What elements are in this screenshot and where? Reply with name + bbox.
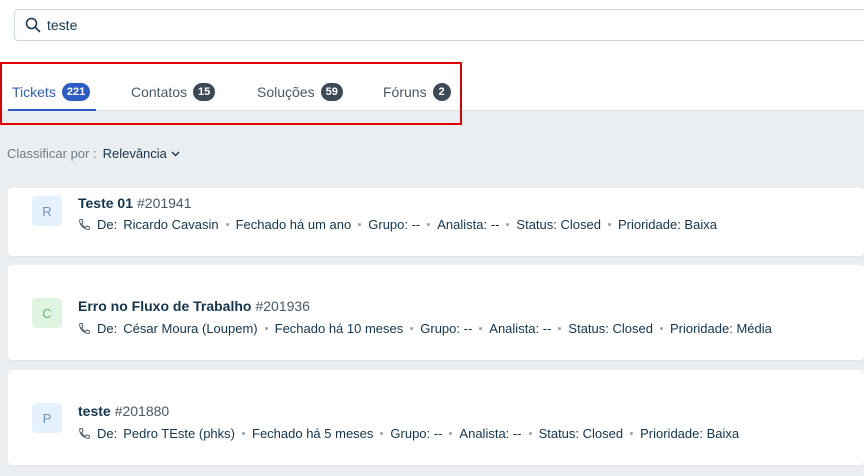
ticket-title: teste <box>78 403 111 419</box>
priority-field: Prioridade: Média <box>669 321 772 336</box>
chevron-down-icon <box>171 151 180 156</box>
avatar: C <box>32 298 62 328</box>
agent-field: Analista: -- <box>437 217 500 232</box>
requester-name: César Moura (Loupem) <box>123 321 258 336</box>
ticket-title-link[interactable]: Erro no Fluxo de Trabalho #201936 <box>78 298 310 314</box>
tab-label: Fóruns <box>383 84 427 100</box>
requester-name: Ricardo Cavasin <box>123 217 219 232</box>
phone-icon <box>79 323 90 334</box>
ticket-title-link[interactable]: Teste 01 #201941 <box>78 195 192 211</box>
separator-dot <box>630 432 634 435</box>
phone-icon <box>79 428 90 439</box>
ticket-result-card[interactable]: P teste #201880 De: Pedro TEste (phks) Fe… <box>8 370 864 465</box>
search-input[interactable] <box>47 17 747 33</box>
phone-icon <box>79 219 90 230</box>
from-label: De: <box>97 321 118 336</box>
tab-contatos[interactable]: Contatos 15 <box>131 81 216 103</box>
closed-time: Fechado há um ano <box>235 217 352 232</box>
ticket-result-card[interactable]: R Teste 01 #201941 De: Ricardo Cavasin Fe… <box>8 188 864 256</box>
separator-dot <box>479 327 483 330</box>
tab-tickets[interactable]: Tickets 221 <box>12 81 91 103</box>
separator-dot <box>380 432 384 435</box>
separator-dot <box>558 327 562 330</box>
avatar: P <box>32 403 62 433</box>
sort-label: Classificar por : <box>7 146 97 161</box>
ticket-meta: De: César Moura (Loupem) Fechado há 10 m… <box>78 321 772 336</box>
ticket-meta: De: Ricardo Cavasin Fechado há um ano Gr… <box>78 217 717 232</box>
avatar: R <box>32 196 62 226</box>
group-field: Grupo: -- <box>390 426 443 441</box>
priority-field: Prioridade: Baixa <box>617 217 717 232</box>
separator-dot <box>427 223 431 226</box>
search-icon <box>25 17 41 33</box>
separator-dot <box>449 432 453 435</box>
active-tab-indicator <box>8 109 96 111</box>
group-field: Grupo: -- <box>368 217 421 232</box>
tab-label: Soluções <box>257 84 315 100</box>
ticket-id: #201941 <box>137 195 192 211</box>
closed-time: Fechado há 5 meses <box>252 426 374 441</box>
tab-label: Contatos <box>131 84 188 100</box>
status-field: Status: Closed <box>568 321 653 336</box>
separator-dot <box>607 223 611 226</box>
ticket-title-link[interactable]: teste #201880 <box>78 403 169 419</box>
status-field: Status: Closed <box>516 217 601 232</box>
tab-count-badge: 221 <box>61 83 91 101</box>
tab-count-badge: 2 <box>432 83 451 101</box>
agent-field: Analista: -- <box>459 426 522 441</box>
status-field: Status: Closed <box>538 426 624 441</box>
requester-name: Pedro TEste (phks) <box>123 426 235 441</box>
tab-count-badge: 59 <box>320 83 343 101</box>
result-tabs: Tickets 221 Contatos 15 Soluções 59 Fóru… <box>0 62 462 125</box>
sort-value: Relevância <box>102 146 167 161</box>
ticket-id: #201880 <box>114 403 170 419</box>
tab-solucoes[interactable]: Soluções 59 <box>257 81 343 103</box>
separator-dot <box>528 432 532 435</box>
closed-time: Fechado há 10 meses <box>274 321 404 336</box>
ticket-title: Erro no Fluxo de Trabalho <box>78 298 252 314</box>
sort-dropdown[interactable]: Relevância <box>103 146 180 161</box>
separator-dot <box>659 327 663 330</box>
search-box[interactable] <box>14 9 864 41</box>
separator-dot <box>506 223 510 226</box>
separator-dot <box>225 223 229 226</box>
tab-label: Tickets <box>12 84 56 100</box>
separator-dot <box>264 327 268 330</box>
tab-foruns[interactable]: Fóruns 2 <box>383 81 451 103</box>
tab-count-badge: 15 <box>193 83 216 101</box>
ticket-result-card[interactable]: C Erro no Fluxo de Trabalho #201936 De: C… <box>8 265 864 360</box>
priority-field: Prioridade: Baixa <box>640 426 740 441</box>
agent-field: Analista: -- <box>489 321 552 336</box>
ticket-meta: De: Pedro TEste (phks) Fechado há 5 mese… <box>78 426 739 441</box>
separator-dot <box>242 432 245 435</box>
separator-dot <box>410 327 414 330</box>
sort-control: Classificar por : Relevância <box>7 146 180 161</box>
ticket-title: Teste 01 <box>78 195 133 211</box>
group-field: Grupo: -- <box>420 321 473 336</box>
from-label: De: <box>97 426 118 441</box>
ticket-id: #201936 <box>255 298 310 314</box>
separator-dot <box>358 223 362 226</box>
from-label: De: <box>97 217 118 232</box>
